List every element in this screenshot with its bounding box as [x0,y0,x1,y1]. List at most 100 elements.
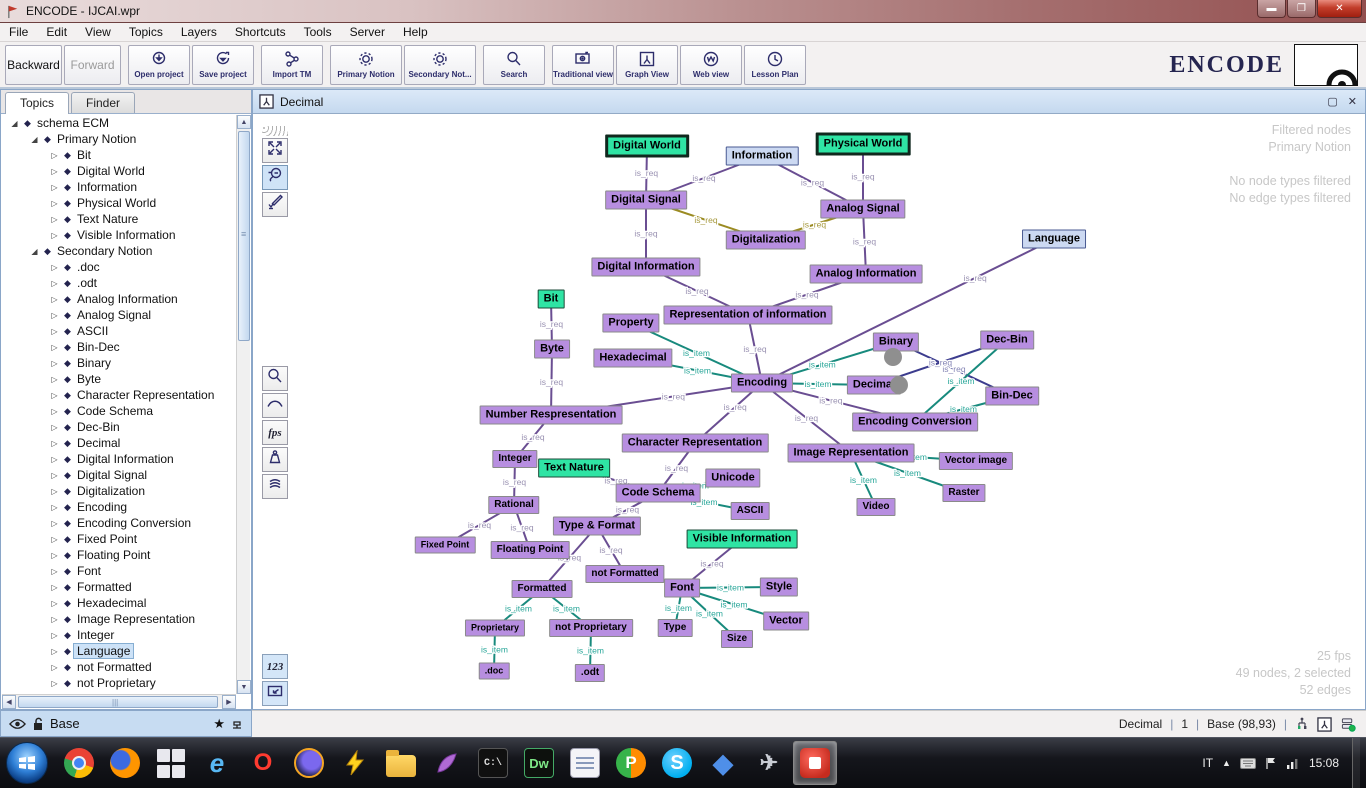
graph-node--doc[interactable]: .doc [479,663,510,680]
forward-button[interactable]: Forward [64,45,121,85]
menu-shortcuts[interactable]: Shortcuts [226,24,295,40]
graph-node-style[interactable]: Style [760,578,798,597]
tray-expand-icon[interactable]: ▲ [1222,758,1231,768]
graph-node-representation-of-information[interactable]: Representation of information [663,306,832,325]
expand-arrow-icon[interactable]: ▷ [48,599,61,608]
expand-arrow-icon[interactable]: ▷ [48,455,61,464]
pin-icon[interactable] [231,718,243,730]
tree-item-font[interactable]: ▷◆Font [2,563,236,579]
tree-item-digitalization[interactable]: ▷◆Digitalization [2,483,236,499]
graph-node-digital-signal[interactable]: Digital Signal [605,191,687,210]
star-icon[interactable]: ★ [213,716,225,732]
taskbar-app-opera[interactable]: O [241,741,285,785]
graph-node-proprietary[interactable]: Proprietary [465,620,525,637]
graph-node-fixed-point[interactable]: Fixed Point [415,537,476,554]
lasso-tool[interactable] [262,165,288,190]
search-button[interactable]: Search [483,45,545,85]
graph-node-encoding-conversion[interactable]: Encoding Conversion [852,413,978,432]
expand-arrow-icon[interactable]: ▷ [48,647,61,656]
graph-node-code-schema[interactable]: Code Schema [616,484,701,503]
tree-item-hexadecimal[interactable]: ▷◆Hexadecimal [2,595,236,611]
expand-arrow-icon[interactable]: ▷ [48,215,61,224]
taskbar-app-ie[interactable]: e [195,741,239,785]
database-status-icon[interactable] [1340,717,1356,732]
graph-node-hexadecimal[interactable]: Hexadecimal [593,349,672,368]
graph-node-image-representation[interactable]: Image Representation [788,444,915,463]
graph-node-formatted[interactable]: Formatted [512,580,573,598]
tree-item-decimal[interactable]: ▷◆Decimal [2,435,236,451]
start-button[interactable] [6,742,48,784]
expand-arrow-icon[interactable]: ▷ [48,631,61,640]
tree-item-secondary-notion[interactable]: ◢◆Secondary Notion [2,243,236,259]
taskbar-app-feather[interactable] [425,741,469,785]
graph-node-bin-dec[interactable]: Bin-Dec [985,387,1039,406]
taskbar-app-rec[interactable] [793,741,837,785]
tree-item-schema-ecm[interactable]: ◢◆schema ECM [2,115,236,131]
tree-item-analog-information[interactable]: ▷◆Analog Information [2,291,236,307]
tree-item-language[interactable]: ▷◆Language [2,643,236,659]
graph-node-analog-signal[interactable]: Analog Signal [820,200,905,219]
taskbar-app-chrome[interactable] [57,741,101,785]
expand-arrow-icon[interactable]: ▷ [48,535,61,544]
tree-item-digital-signal[interactable]: ▷◆Digital Signal [2,467,236,483]
collapse-arrow-icon[interactable]: ◢ [28,135,41,144]
expand-arrow-icon[interactable]: ▷ [48,407,61,416]
scrollbar-thumb[interactable] [18,696,218,708]
taskbar-app-jet[interactable]: ✈ [747,741,791,785]
expand-arrow-icon[interactable]: ▷ [48,231,61,240]
graph-node-not-proprietary[interactable]: not Proprietary [549,619,633,637]
tree-item-character-representation[interactable]: ▷◆Character Representation [2,387,236,403]
maximize-button[interactable]: ❐ [1287,0,1316,18]
tree-item-information[interactable]: ▷◆Information [2,179,236,195]
expand-arrow-icon[interactable]: ▷ [48,567,61,576]
primary-notion-button[interactable]: Primary Notion [330,45,402,85]
graph-node-text-nature[interactable]: Text Nature [538,459,610,478]
expand-arrow-icon[interactable]: ▷ [48,343,61,352]
graph-node-property[interactable]: Property [602,314,659,333]
collapse-arrow-icon[interactable]: ◢ [8,119,21,128]
show-desktop-button[interactable] [1352,738,1360,788]
scroll-left-icon[interactable]: ◀ [2,695,16,709]
lock-icon[interactable] [32,717,44,731]
graph-node-video[interactable]: Video [856,498,895,516]
expand-arrow-icon[interactable]: ▷ [48,391,61,400]
expand-arrow-icon[interactable]: ▷ [48,151,61,160]
arc-tool[interactable] [262,393,288,418]
secondary-not--button[interactable]: Secondary Not... [404,45,476,85]
graph-node-visible-information[interactable]: Visible Information [687,530,798,549]
tab-finder[interactable]: Finder [71,92,135,113]
title-bar[interactable]: ENCODE - IJCAI.wpr ▬ ❐ ✕ [0,0,1366,23]
taskbar-app-cmd[interactable]: C:\ [471,741,515,785]
menu-topics[interactable]: Topics [120,24,172,40]
tree-item-ascii[interactable]: ▷◆ASCII [2,323,236,339]
scroll-up-icon[interactable]: ▲ [237,115,251,129]
taskbar-app-dw[interactable]: Dw [517,741,561,785]
scroll-down-icon[interactable]: ▼ [237,680,251,694]
panel-maximize-icon[interactable]: ▢ [1327,95,1337,108]
tree-item-text-nature[interactable]: ▷◆Text Nature [2,211,236,227]
language-indicator[interactable]: IT [1202,756,1213,770]
graph-node-digital-world[interactable]: Digital World [605,135,689,158]
tree-item-analog-signal[interactable]: ▷◆Analog Signal [2,307,236,323]
tree-item-primary-notion[interactable]: ◢◆Primary Notion [2,131,236,147]
menu-tools[interactable]: Tools [295,24,341,40]
menu-help[interactable]: Help [394,24,437,40]
expand-arrow-icon[interactable]: ▷ [48,503,61,512]
backward-button[interactable]: Backward [5,45,62,85]
graph-view-header[interactable]: Decimal ▢ ✕ [253,90,1365,114]
network-tray-icon[interactable] [1286,757,1300,769]
graph-node-information[interactable]: Information [726,147,799,166]
expand-tool[interactable] [262,138,288,163]
graph-node-digitalization[interactable]: Digitalization [726,231,806,250]
expand-arrow-icon[interactable]: ▷ [48,375,61,384]
taskbar-app-bolt[interactable] [333,741,377,785]
graph-node-number-respresentation[interactable]: Number Respresentation [480,406,623,425]
graph-node-type-format[interactable]: Type & Format [553,517,641,536]
expand-arrow-icon[interactable]: ▷ [48,359,61,368]
expand-arrow-icon[interactable]: ▷ [48,439,61,448]
expand-arrow-icon[interactable]: ▷ [48,615,61,624]
graph-node-type[interactable]: Type [658,619,693,637]
save-project-button[interactable]: Save project [192,45,254,85]
tab-topics[interactable]: Topics [5,92,69,114]
expand-arrow-icon[interactable]: ▷ [48,551,61,560]
